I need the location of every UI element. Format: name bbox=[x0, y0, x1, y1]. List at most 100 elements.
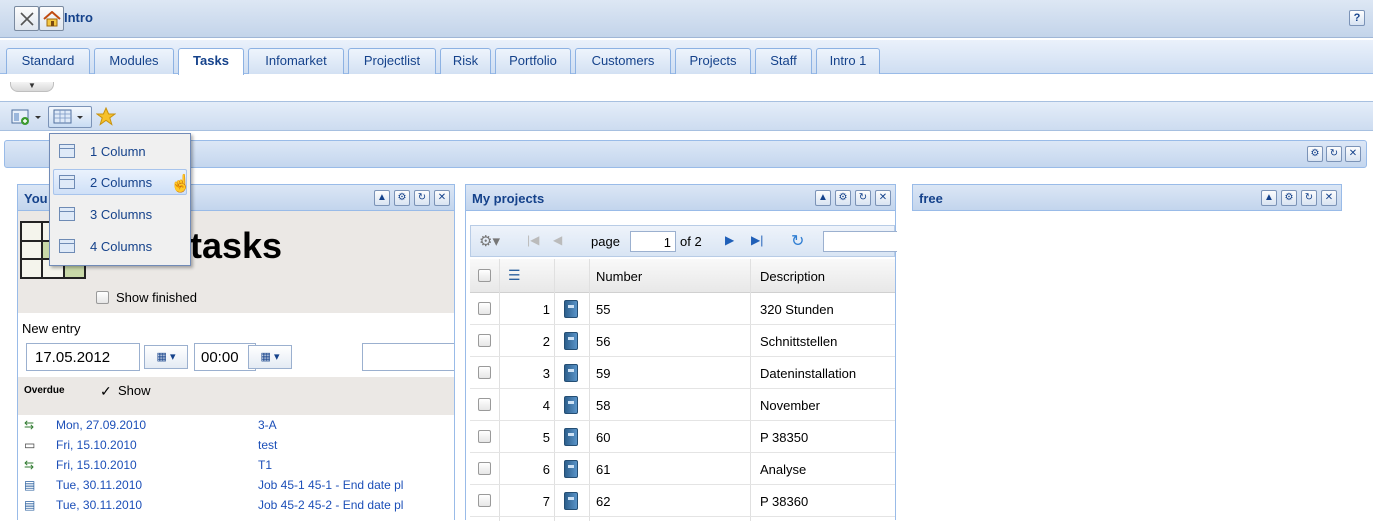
prev-page-icon[interactable]: ◀ bbox=[553, 233, 562, 247]
home-button[interactable] bbox=[39, 6, 64, 31]
project-book-icon[interactable] bbox=[564, 364, 578, 382]
row-checkbox[interactable] bbox=[478, 430, 491, 443]
task-text[interactable]: Job 45-1 45-1 - End date pl bbox=[258, 478, 403, 492]
table-row[interactable]: 5 60 P 38350 bbox=[470, 421, 895, 453]
close-button[interactable]: ✕ bbox=[875, 190, 891, 206]
task-text[interactable]: test bbox=[258, 438, 277, 452]
task-date[interactable]: Tue, 30.11.2010 bbox=[56, 498, 142, 512]
row-checkbox[interactable] bbox=[478, 494, 491, 507]
time-picker-button[interactable]: ▦ ▾ bbox=[248, 345, 292, 369]
project-book-icon[interactable] bbox=[564, 492, 578, 510]
tab-infomarket[interactable]: Infomarket bbox=[248, 48, 344, 74]
layout-columns-button[interactable] bbox=[48, 106, 92, 128]
task-date[interactable]: Tue, 30.11.2010 bbox=[56, 478, 142, 492]
tab-tasks[interactable]: Tasks bbox=[178, 48, 244, 75]
row-checkbox[interactable] bbox=[478, 302, 491, 315]
refresh-button[interactable]: ↻ bbox=[414, 190, 430, 206]
row-checkbox[interactable] bbox=[478, 462, 491, 475]
new-entry-label: New entry bbox=[22, 321, 81, 336]
show-overdue-checkbox[interactable]: ✓ bbox=[100, 383, 112, 400]
layout-columns-menu: 1 Column 2 Columns ☝ 3 Columns 4 Columns bbox=[49, 133, 191, 266]
collapse-up-button[interactable]: ▲ bbox=[1261, 190, 1277, 206]
row-checkbox[interactable] bbox=[478, 366, 491, 379]
menu-item-label: 4 Columns bbox=[90, 239, 153, 254]
menu-item-3-columns[interactable]: 3 Columns bbox=[53, 201, 187, 227]
select-all-checkbox[interactable] bbox=[478, 269, 491, 282]
table-row[interactable]: 3 59 Dateninstallation bbox=[470, 357, 895, 389]
settings-button[interactable]: ⚙ bbox=[1281, 190, 1297, 206]
task-date[interactable]: Fri, 15.10.2010 bbox=[56, 438, 137, 452]
task-row[interactable]: ⇆ Mon, 27.09.2010 3-A bbox=[18, 417, 454, 437]
project-description: Dateninstallation bbox=[760, 366, 857, 381]
favorite-button[interactable] bbox=[95, 106, 117, 127]
page-label: page bbox=[591, 234, 620, 249]
tab-intro-1[interactable]: Intro 1 bbox=[816, 48, 880, 74]
task-text[interactable]: Job 45-2 45-2 - End date pl bbox=[258, 498, 403, 512]
search-input[interactable] bbox=[823, 231, 897, 252]
tab-modules[interactable]: Modules bbox=[94, 48, 174, 74]
settings-button[interactable]: ⚙ bbox=[394, 190, 410, 206]
gear-menu-icon[interactable]: ⚙▾ bbox=[479, 232, 500, 250]
task-date[interactable]: Fri, 15.10.2010 bbox=[56, 458, 137, 472]
last-page-icon[interactable]: ▶| bbox=[751, 233, 763, 247]
column-header-number[interactable]: Number bbox=[596, 269, 642, 284]
task-row[interactable]: ▤ Tue, 30.11.2010 Job 45-2 45-2 - End da… bbox=[18, 497, 454, 517]
task-text[interactable]: T1 bbox=[258, 458, 272, 472]
task-date[interactable]: Mon, 27.09.2010 bbox=[56, 418, 146, 432]
refresh-button[interactable]: ↻ bbox=[1301, 190, 1317, 206]
task-row[interactable]: ▤ Tue, 30.11.2010 Job 45-1 45-1 - End da… bbox=[18, 477, 454, 497]
project-book-icon[interactable] bbox=[564, 460, 578, 478]
column-header-description[interactable]: Description bbox=[760, 269, 825, 284]
add-portlet-button[interactable] bbox=[10, 108, 44, 126]
row-checkbox[interactable] bbox=[478, 398, 491, 411]
project-book-icon[interactable] bbox=[564, 428, 578, 446]
menu-item-1-column[interactable]: 1 Column bbox=[53, 138, 187, 164]
table-row[interactable]: 1 55 320 Stunden bbox=[470, 293, 895, 325]
tab-standard[interactable]: Standard bbox=[6, 48, 90, 74]
table-row[interactable]: 6 61 Analyse bbox=[470, 453, 895, 485]
table-row[interactable]: 4 58 November bbox=[470, 389, 895, 421]
close-app-button[interactable] bbox=[14, 6, 39, 31]
settings-button[interactable]: ⚙ bbox=[835, 190, 851, 206]
refresh-icon[interactable]: ↻ bbox=[791, 231, 804, 251]
project-book-icon[interactable] bbox=[564, 396, 578, 414]
next-page-icon[interactable]: ▶ bbox=[725, 233, 734, 247]
tab-projectlist[interactable]: Projectlist bbox=[348, 48, 436, 74]
tab-risk[interactable]: Risk bbox=[440, 48, 491, 74]
task-row[interactable]: ⇆ Fri, 15.10.2010 T1 bbox=[18, 457, 454, 477]
refresh-icon: ↻ bbox=[858, 192, 868, 203]
page-number-input[interactable]: 1 bbox=[630, 231, 676, 252]
menu-item-2-columns[interactable]: 2 Columns ☝ bbox=[53, 169, 191, 195]
close-button[interactable]: ✕ bbox=[1345, 146, 1361, 162]
projects-grid: ☰ Number Description 1 55 320 Stunden 2 … bbox=[470, 259, 895, 521]
project-book-icon[interactable] bbox=[564, 332, 578, 350]
collapse-up-button[interactable]: ▲ bbox=[815, 190, 831, 206]
project-book-icon[interactable] bbox=[564, 300, 578, 318]
show-finished-checkbox[interactable] bbox=[96, 291, 109, 304]
calendar-icon: ▦ ▾ bbox=[156, 351, 176, 363]
menu-item-4-columns[interactable]: 4 Columns bbox=[53, 233, 187, 259]
settings-button[interactable]: ⚙ bbox=[1307, 146, 1323, 162]
table-row[interactable]: 7 62 P 38360 bbox=[470, 485, 895, 517]
date-picker-button[interactable]: ▦ ▾ bbox=[144, 345, 188, 369]
refresh-button[interactable]: ↻ bbox=[1326, 146, 1342, 162]
tab-customers[interactable]: Customers bbox=[575, 48, 671, 74]
refresh-button[interactable]: ↻ bbox=[855, 190, 871, 206]
project-description: P 38350 bbox=[760, 430, 809, 445]
tab-projects[interactable]: Projects bbox=[675, 48, 751, 74]
collapse-up-button[interactable]: ▲ bbox=[374, 190, 390, 206]
tab-portfolio[interactable]: Portfolio bbox=[495, 48, 571, 74]
collapse-handle[interactable]: ▼ bbox=[10, 82, 54, 92]
row-checkbox[interactable] bbox=[478, 334, 491, 347]
help-button[interactable]: ? bbox=[1349, 10, 1365, 26]
tab-staff[interactable]: Staff bbox=[755, 48, 812, 74]
time-input[interactable]: 00:00 bbox=[194, 343, 256, 371]
close-button[interactable]: ✕ bbox=[434, 190, 450, 206]
task-text[interactable]: 3-A bbox=[258, 418, 277, 432]
date-input[interactable]: 17.05.2012 bbox=[26, 343, 140, 371]
first-page-icon[interactable]: |◀ bbox=[527, 233, 539, 247]
close-button[interactable]: ✕ bbox=[1321, 190, 1337, 206]
table-row[interactable]: 2 56 Schnittstellen bbox=[470, 325, 895, 357]
task-text-input[interactable] bbox=[362, 343, 454, 371]
task-row[interactable]: ▭ Fri, 15.10.2010 test bbox=[18, 437, 454, 457]
